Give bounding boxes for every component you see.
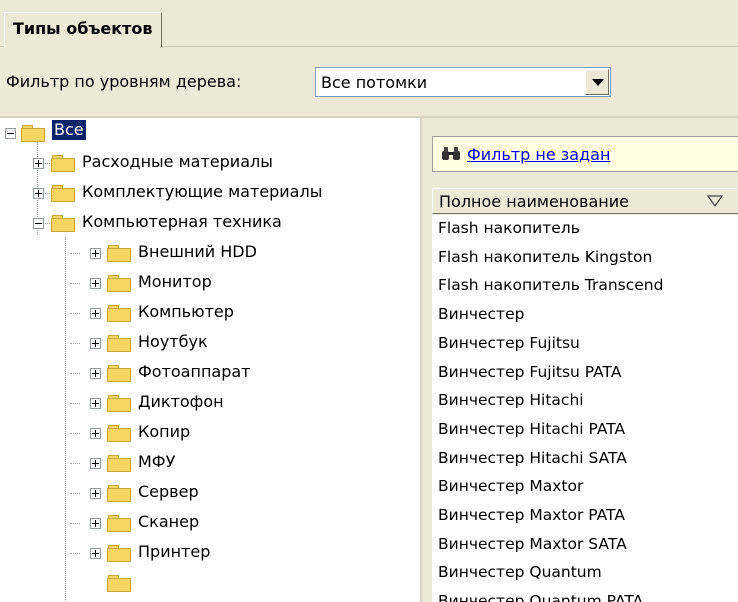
tree-node-subtype[interactable]: Диктофон: [0, 390, 420, 416]
expand-toggle-icon[interactable]: [90, 278, 101, 289]
tree-node-label: Ноутбук: [138, 332, 208, 351]
expand-toggle-icon[interactable]: [90, 308, 101, 319]
expand-toggle-icon[interactable]: [90, 428, 101, 439]
tree-node-subtype[interactable]: Фотоаппарат: [0, 360, 420, 386]
folder-icon: [107, 305, 131, 322]
list-item[interactable]: Flash накопитель: [438, 217, 580, 240]
folder-icon: [51, 215, 75, 232]
list-item[interactable]: Винчестер Maxtor PATA: [438, 504, 625, 527]
expand-toggle-icon[interactable]: [33, 158, 44, 169]
list-item[interactable]: Flash накопитель Kingston: [438, 246, 652, 269]
tree-node-subtype[interactable]: Копир: [0, 420, 420, 446]
expand-toggle-icon[interactable]: [90, 488, 101, 499]
expand-toggle-icon[interactable]: [90, 248, 101, 259]
list-item[interactable]: Винчестер: [438, 303, 524, 326]
tree-node-components[interactable]: Комплектующие материалы: [0, 180, 420, 206]
folder-icon: [107, 485, 131, 502]
tab-strip: Типы объектов: [0, 0, 738, 47]
folder-icon: [51, 155, 75, 172]
folder-icon: [107, 335, 131, 352]
expand-toggle-icon[interactable]: [90, 518, 101, 529]
list-item[interactable]: Винчестер Maxtor: [438, 475, 583, 498]
filter-not-set-link[interactable]: Фильтр не задан: [467, 144, 610, 166]
tree-node-all[interactable]: Все: [0, 120, 140, 146]
list-item[interactable]: Винчестер Fujitsu PATA: [438, 361, 621, 384]
expand-toggle-icon[interactable]: [33, 188, 44, 199]
tree-node-label: Компьютер: [138, 302, 234, 321]
tree-node-label: Сервер: [138, 482, 199, 501]
sort-descending-icon[interactable]: [707, 195, 723, 207]
tree-node-label: Принтер: [138, 542, 211, 561]
expand-toggle-icon[interactable]: [90, 338, 101, 349]
tree-node-label: Монитор: [138, 272, 212, 291]
binoculars-icon: [442, 147, 460, 160]
object-type-tree: Все Расходные материалы Комплектующие ма…: [0, 118, 420, 602]
filter-label: Фильтр по уровням дерева:: [6, 72, 242, 91]
collapse-toggle-icon[interactable]: [33, 218, 44, 229]
tree-level-filter-select[interactable]: Все потомки: [315, 67, 611, 97]
filter-status-box: Фильтр не задан: [432, 136, 738, 172]
list-item[interactable]: Винчестер Quantum: [438, 561, 602, 584]
expand-toggle-icon[interactable]: [90, 458, 101, 469]
folder-icon: [107, 275, 131, 292]
tree-node-label: МФУ: [138, 452, 176, 471]
dropdown-arrow-icon[interactable]: [585, 69, 609, 95]
tree-node-consumables[interactable]: Расходные материалы: [0, 150, 420, 176]
object-list-panel: Фильтр не задан Полное наименование Flas…: [420, 118, 738, 602]
tree-level-filter-bar: Фильтр по уровням дерева: Все потомки: [0, 47, 738, 117]
filter-select-value: Все потомки: [321, 73, 428, 92]
folder-icon: [107, 515, 131, 532]
expand-toggle-icon[interactable]: [90, 548, 101, 559]
tree-node-subtype[interactable]: Принтер: [0, 540, 420, 566]
collapse-toggle-icon[interactable]: [5, 128, 16, 139]
tree-node-label: Расходные материалы: [82, 152, 273, 171]
tree-node-subtype[interactable]: МФУ: [0, 450, 420, 476]
tree-node-label: Внешний HDD: [138, 242, 257, 261]
tree-node-subtype[interactable]: Сервер: [0, 480, 420, 506]
list-item[interactable]: Винчестер Hitachi PATA: [438, 418, 625, 441]
list-item[interactable]: Винчестер Fujitsu: [438, 332, 580, 355]
object-type-list: Flash накопитель Flash накопитель Kingsto…: [432, 215, 738, 602]
folder-icon: [107, 425, 131, 442]
tab-object-types[interactable]: Типы объектов: [4, 12, 162, 47]
tree-node-label: Фотоаппарат: [138, 362, 251, 381]
folder-icon: [107, 395, 131, 412]
folder-icon: [107, 575, 131, 592]
tree-node-subtype[interactable]: Внешний HDD: [0, 240, 420, 266]
list-item[interactable]: Винчестер Hitachi SATA: [438, 447, 627, 470]
folder-icon: [107, 365, 131, 382]
tree-node-subtype[interactable]: Сканер: [0, 510, 420, 536]
expand-toggle-icon[interactable]: [90, 398, 101, 409]
folder-icon: [107, 545, 131, 562]
list-item[interactable]: Flash накопитель Transcend: [438, 274, 663, 297]
tree-node-label: Комплектующие материалы: [82, 182, 323, 201]
tree-node-subtype[interactable]: Монитор: [0, 270, 420, 296]
list-item[interactable]: Винчестер Quantum PATA: [438, 590, 643, 602]
tree-node-label: Диктофон: [138, 392, 224, 411]
folder-icon: [51, 185, 75, 202]
tree-node-computer-equipment[interactable]: Компьютерная техника: [0, 210, 420, 236]
tree-node-label: Компьютерная техника: [82, 212, 282, 231]
tree-node-subtype[interactable]: Компьютер: [0, 300, 420, 326]
list-item[interactable]: Винчестер Hitachi: [438, 389, 584, 412]
tree-node-label: Копир: [138, 422, 191, 441]
column-header-full-name[interactable]: Полное наименование: [432, 188, 738, 214]
tree-node-partial[interactable]: [0, 570, 420, 596]
column-header-label: Полное наименование: [439, 192, 629, 211]
tree-node-subtype[interactable]: Ноутбук: [0, 330, 420, 356]
tree-node-label: Все: [52, 120, 86, 140]
folder-icon: [107, 245, 131, 262]
tree-node-label: Сканер: [138, 512, 200, 531]
folder-icon: [107, 455, 131, 472]
folder-icon: [21, 125, 45, 142]
expand-toggle-icon[interactable]: [90, 368, 101, 379]
list-item[interactable]: Винчестер Maxtor SATA: [438, 533, 627, 556]
